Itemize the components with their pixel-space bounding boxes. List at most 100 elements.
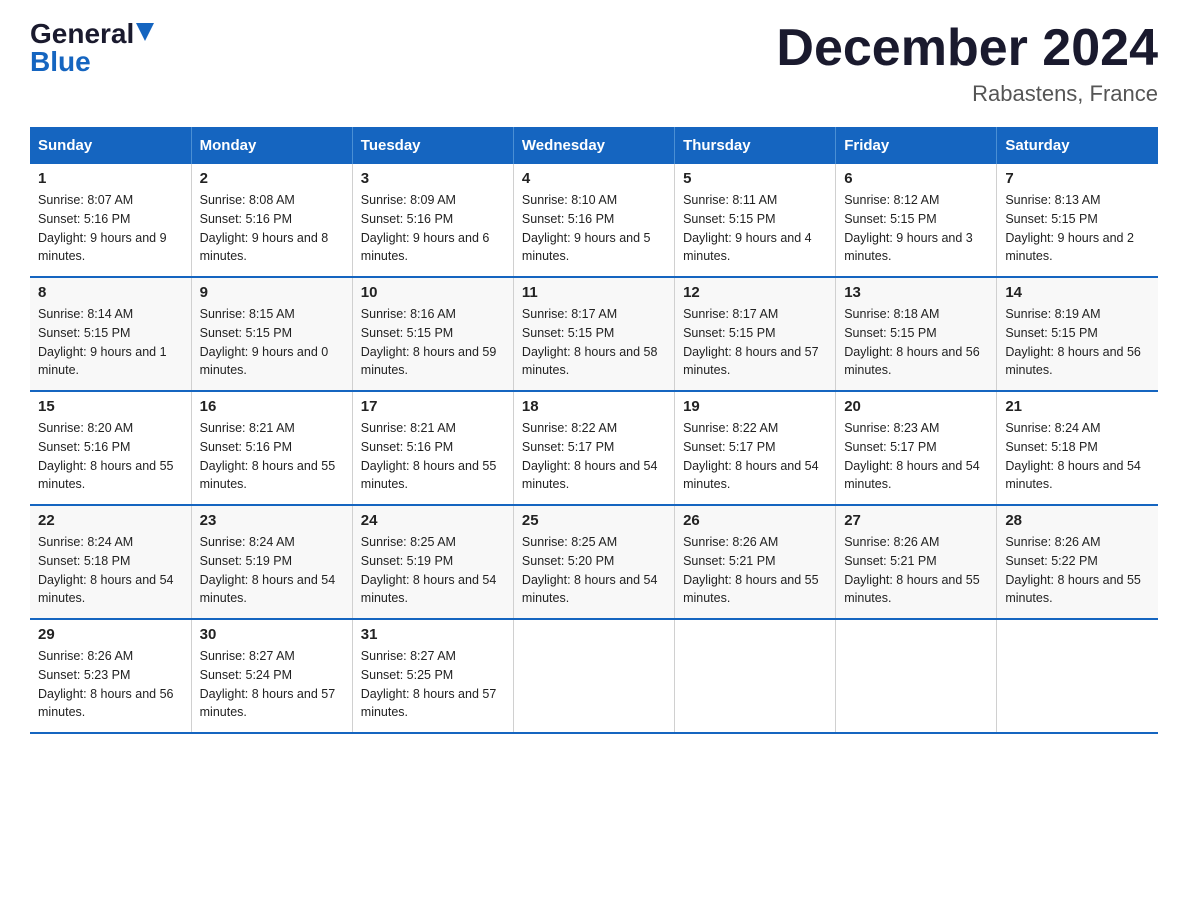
calendar-cell: 12 Sunrise: 8:17 AMSunset: 5:15 PMDayligh… [675, 277, 836, 391]
day-number: 11 [522, 284, 666, 301]
day-number: 5 [683, 170, 827, 187]
calendar-cell: 20 Sunrise: 8:23 AMSunset: 5:17 PMDayligh… [836, 391, 997, 505]
calendar-cell: 28 Sunrise: 8:26 AMSunset: 5:22 PMDayligh… [997, 505, 1158, 619]
logo-blue-text: Blue [30, 46, 91, 77]
calendar-week-row: 8 Sunrise: 8:14 AMSunset: 5:15 PMDaylight… [30, 277, 1158, 391]
day-number: 15 [38, 398, 183, 415]
day-info: Sunrise: 8:22 AMSunset: 5:17 PMDaylight:… [522, 419, 666, 494]
day-number: 3 [361, 170, 505, 187]
day-info: Sunrise: 8:27 AMSunset: 5:24 PMDaylight:… [200, 647, 344, 722]
day-info: Sunrise: 8:24 AMSunset: 5:19 PMDaylight:… [200, 533, 344, 608]
month-year-title: December 2024 [776, 20, 1158, 77]
day-info: Sunrise: 8:24 AMSunset: 5:18 PMDaylight:… [1005, 419, 1150, 494]
page-header: General Blue December 2024 Rabastens, Fr… [30, 20, 1158, 107]
calendar-cell: 27 Sunrise: 8:26 AMSunset: 5:21 PMDayligh… [836, 505, 997, 619]
calendar-cell: 30Sunrise: 8:27 AMSunset: 5:24 PMDayligh… [191, 619, 352, 733]
day-number: 31 [361, 626, 505, 643]
day-info: Sunrise: 8:17 AMSunset: 5:15 PMDaylight:… [683, 305, 827, 380]
calendar-cell: 10 Sunrise: 8:16 AMSunset: 5:15 PMDayligh… [352, 277, 513, 391]
calendar-cell: 26Sunrise: 8:26 AMSunset: 5:21 PMDayligh… [675, 505, 836, 619]
day-info: Sunrise: 8:16 AMSunset: 5:15 PMDaylight:… [361, 305, 505, 380]
day-number: 8 [38, 284, 183, 301]
calendar-cell: 14 Sunrise: 8:19 AMSunset: 5:15 PMDayligh… [997, 277, 1158, 391]
day-info: Sunrise: 8:11 AMSunset: 5:15 PMDaylight:… [683, 191, 827, 266]
day-number: 20 [844, 398, 988, 415]
header-wednesday: Wednesday [513, 127, 674, 164]
day-number: 2 [200, 170, 344, 187]
day-number: 10 [361, 284, 505, 301]
day-info: Sunrise: 8:14 AMSunset: 5:15 PMDaylight:… [38, 305, 183, 380]
day-number: 17 [361, 398, 505, 415]
calendar-week-row: 15Sunrise: 8:20 AMSunset: 5:16 PMDayligh… [30, 391, 1158, 505]
day-info: Sunrise: 8:18 AMSunset: 5:15 PMDaylight:… [844, 305, 988, 380]
title-section: December 2024 Rabastens, France [776, 20, 1158, 107]
day-number: 6 [844, 170, 988, 187]
day-number: 7 [1005, 170, 1150, 187]
calendar-cell: 2 Sunrise: 8:08 AMSunset: 5:16 PMDaylight… [191, 164, 352, 277]
calendar-cell: 7Sunrise: 8:13 AMSunset: 5:15 PMDaylight… [997, 164, 1158, 277]
calendar-cell: 22 Sunrise: 8:24 AMSunset: 5:18 PMDayligh… [30, 505, 191, 619]
day-info: Sunrise: 8:25 AMSunset: 5:20 PMDaylight:… [522, 533, 666, 608]
day-info: Sunrise: 8:25 AMSunset: 5:19 PMDaylight:… [361, 533, 505, 608]
day-info: Sunrise: 8:07 AMSunset: 5:16 PMDaylight:… [38, 191, 183, 266]
calendar-cell: 13Sunrise: 8:18 AMSunset: 5:15 PMDayligh… [836, 277, 997, 391]
day-number: 14 [1005, 284, 1150, 301]
day-number: 24 [361, 512, 505, 529]
day-info: Sunrise: 8:09 AMSunset: 5:16 PMDaylight:… [361, 191, 505, 266]
day-number: 21 [1005, 398, 1150, 415]
day-info: Sunrise: 8:15 AMSunset: 5:15 PMDaylight:… [200, 305, 344, 380]
day-number: 19 [683, 398, 827, 415]
logo-triangle-icon [136, 23, 154, 41]
logo-general-text: General [30, 20, 134, 48]
day-info: Sunrise: 8:26 AMSunset: 5:22 PMDaylight:… [1005, 533, 1150, 608]
calendar-week-row: 22 Sunrise: 8:24 AMSunset: 5:18 PMDayligh… [30, 505, 1158, 619]
day-number: 18 [522, 398, 666, 415]
day-number: 28 [1005, 512, 1150, 529]
day-info: Sunrise: 8:27 AMSunset: 5:25 PMDaylight:… [361, 647, 505, 722]
calendar-cell: 21 Sunrise: 8:24 AMSunset: 5:18 PMDayligh… [997, 391, 1158, 505]
calendar-cell: 8 Sunrise: 8:14 AMSunset: 5:15 PMDaylight… [30, 277, 191, 391]
calendar-cell: 31 Sunrise: 8:27 AMSunset: 5:25 PMDayligh… [352, 619, 513, 733]
day-info: Sunrise: 8:19 AMSunset: 5:15 PMDaylight:… [1005, 305, 1150, 380]
calendar-header-row: SundayMondayTuesdayWednesdayThursdayFrid… [30, 127, 1158, 164]
calendar-cell: 19Sunrise: 8:22 AMSunset: 5:17 PMDayligh… [675, 391, 836, 505]
day-info: Sunrise: 8:23 AMSunset: 5:17 PMDaylight:… [844, 419, 988, 494]
day-number: 12 [683, 284, 827, 301]
day-info: Sunrise: 8:26 AMSunset: 5:21 PMDaylight:… [844, 533, 988, 608]
header-thursday: Thursday [675, 127, 836, 164]
calendar-cell: 16 Sunrise: 8:21 AMSunset: 5:16 PMDayligh… [191, 391, 352, 505]
calendar-week-row: 29 Sunrise: 8:26 AMSunset: 5:23 PMDayligh… [30, 619, 1158, 733]
day-number: 22 [38, 512, 183, 529]
calendar-cell [836, 619, 997, 733]
header-friday: Friday [836, 127, 997, 164]
logo: General Blue [30, 20, 154, 76]
day-number: 25 [522, 512, 666, 529]
header-tuesday: Tuesday [352, 127, 513, 164]
header-sunday: Sunday [30, 127, 191, 164]
calendar-cell: 17 Sunrise: 8:21 AMSunset: 5:16 PMDayligh… [352, 391, 513, 505]
day-info: Sunrise: 8:21 AMSunset: 5:16 PMDaylight:… [200, 419, 344, 494]
calendar-cell: 24 Sunrise: 8:25 AMSunset: 5:19 PMDayligh… [352, 505, 513, 619]
calendar-cell: 1Sunrise: 8:07 AMSunset: 5:16 PMDaylight… [30, 164, 191, 277]
calendar-cell: 18 Sunrise: 8:22 AMSunset: 5:17 PMDayligh… [513, 391, 674, 505]
day-number: 26 [683, 512, 827, 529]
day-info: Sunrise: 8:10 AMSunset: 5:16 PMDaylight:… [522, 191, 666, 266]
day-info: Sunrise: 8:26 AMSunset: 5:23 PMDaylight:… [38, 647, 183, 722]
day-number: 23 [200, 512, 344, 529]
day-number: 27 [844, 512, 988, 529]
calendar-cell: 5 Sunrise: 8:11 AMSunset: 5:15 PMDaylight… [675, 164, 836, 277]
calendar-cell: 3 Sunrise: 8:09 AMSunset: 5:16 PMDaylight… [352, 164, 513, 277]
day-info: Sunrise: 8:21 AMSunset: 5:16 PMDaylight:… [361, 419, 505, 494]
day-number: 16 [200, 398, 344, 415]
calendar-week-row: 1Sunrise: 8:07 AMSunset: 5:16 PMDaylight… [30, 164, 1158, 277]
day-info: Sunrise: 8:12 AMSunset: 5:15 PMDaylight:… [844, 191, 988, 266]
location-subtitle: Rabastens, France [776, 81, 1158, 107]
calendar-cell [675, 619, 836, 733]
calendar-cell: 11Sunrise: 8:17 AMSunset: 5:15 PMDayligh… [513, 277, 674, 391]
day-number: 4 [522, 170, 666, 187]
calendar-cell: 23 Sunrise: 8:24 AMSunset: 5:19 PMDayligh… [191, 505, 352, 619]
day-info: Sunrise: 8:08 AMSunset: 5:16 PMDaylight:… [200, 191, 344, 266]
calendar-cell [513, 619, 674, 733]
day-number: 29 [38, 626, 183, 643]
day-info: Sunrise: 8:24 AMSunset: 5:18 PMDaylight:… [38, 533, 183, 608]
